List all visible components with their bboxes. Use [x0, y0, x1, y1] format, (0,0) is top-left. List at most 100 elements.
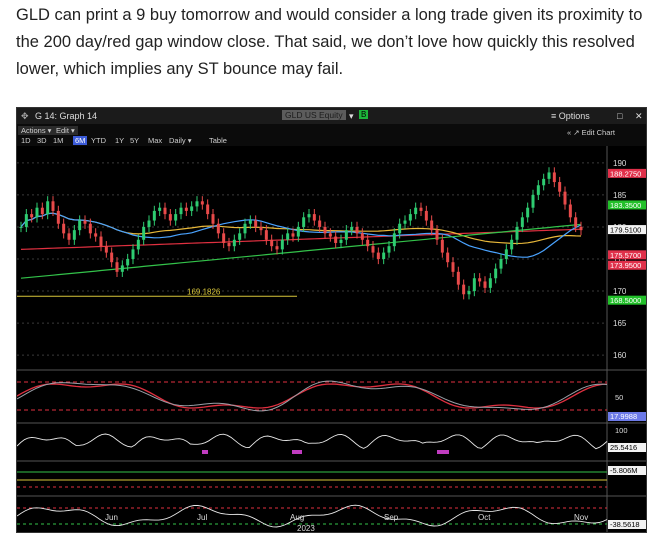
candle-body: [248, 220, 252, 224]
candle-body: [467, 291, 471, 295]
range-1m[interactable]: 1M: [53, 136, 63, 145]
range-1d[interactable]: 1D: [21, 136, 31, 145]
candle-body: [456, 271, 460, 285]
candle-body: [286, 233, 290, 240]
range-6m[interactable]: 6M: [73, 136, 88, 145]
osc1-signal-line: [17, 383, 608, 409]
price-tag-label: 183.3500: [610, 201, 641, 210]
candle-body: [280, 239, 284, 250]
candle-body: [403, 220, 407, 224]
candle-body: [46, 201, 50, 215]
candle-body: [515, 226, 519, 240]
price-tag-label: 168.5000: [610, 296, 641, 305]
price-tag-label: 188.2750: [610, 169, 641, 178]
price-tick: 170: [613, 287, 627, 296]
title-bar: ✥ G 14: Graph 14 GLD US Equity ▾ B ≡ Opt…: [17, 108, 646, 124]
minimize-icon[interactable]: □: [617, 111, 622, 121]
osc3-tag-label: -5.806M: [610, 466, 638, 475]
candle-body: [387, 246, 391, 253]
candle-body: [222, 233, 226, 243]
range-1y[interactable]: 1Y: [115, 136, 124, 145]
candle-body: [472, 278, 476, 292]
range-5y[interactable]: 5Y: [130, 136, 139, 145]
candle-body: [30, 214, 34, 218]
candle-body: [419, 207, 423, 211]
candle-body: [350, 226, 354, 231]
price-tick: 165: [613, 319, 627, 328]
osc2-tick: 100: [615, 426, 628, 435]
candle-body: [542, 178, 546, 186]
candle-body: [51, 201, 55, 211]
chart-window: ✥ G 14: Graph 14 GLD US Equity ▾ B ≡ Opt…: [16, 107, 647, 533]
candle-body: [56, 210, 60, 224]
candle-body: [547, 172, 551, 179]
candle-body: [526, 207, 530, 218]
price-tick: 160: [613, 351, 627, 360]
candle-body: [211, 214, 215, 224]
range-max[interactable]: Max: [148, 136, 162, 145]
x-axis-year: 2023: [297, 524, 315, 533]
osc2-highlight: [437, 450, 449, 454]
candle-body: [494, 268, 498, 279]
candle-body: [382, 252, 386, 259]
b-badge[interactable]: B: [359, 110, 369, 119]
osc1-tag-label: 17.9988: [610, 412, 637, 421]
candle-body: [67, 233, 71, 240]
range-ytd[interactable]: YTD: [91, 136, 106, 145]
osc2-highlight: [292, 450, 302, 454]
move-icon[interactable]: ✥: [21, 111, 29, 122]
frequency-select[interactable]: Daily ▾: [169, 136, 192, 145]
candle-body: [531, 194, 535, 208]
candle-body: [435, 230, 439, 240]
candle-body: [142, 226, 146, 240]
candle-body: [232, 239, 236, 247]
candle-body: [179, 207, 183, 215]
candle-body: [24, 214, 28, 227]
price-tag-label: 175.5700: [610, 251, 641, 260]
x-axis-label: Oct: [478, 513, 491, 522]
candle-body: [206, 204, 210, 215]
table-button[interactable]: Table: [209, 136, 227, 145]
candle-body: [328, 233, 332, 237]
candle-body: [424, 210, 428, 221]
candle-body: [446, 252, 450, 263]
close-icon[interactable]: ✕: [635, 111, 643, 122]
edit-chart-button[interactable]: « ↗ Edit Chart: [567, 128, 615, 137]
article-paragraph: GLD can print a 9 buy tomorrow and would…: [16, 6, 643, 78]
support-level-label: 169.1826: [187, 287, 221, 296]
candle-body: [376, 252, 380, 259]
ticker-dropdown-icon[interactable]: ▾: [349, 111, 354, 122]
candle-body: [115, 262, 119, 272]
candle-body: [302, 217, 306, 227]
chart-toolbar: Actions ▾ Edit ▾ 1D 3D 1M 6M YTD 1Y 5Y Max Daily…: [17, 124, 646, 146]
candle-body: [94, 233, 98, 237]
candle-body: [99, 236, 103, 247]
candle-body: [120, 265, 124, 272]
range-3d[interactable]: 3D: [37, 136, 47, 145]
candle-body: [158, 207, 162, 211]
candle-body: [440, 239, 444, 253]
price-tick: 190: [613, 159, 627, 168]
ticker-field[interactable]: GLD US Equity: [282, 110, 346, 120]
candle-body: [163, 207, 167, 215]
candle-body: [83, 220, 87, 224]
candle-body: [190, 206, 194, 211]
osc4-tag-label: -38.5618: [610, 520, 640, 529]
candle-body: [414, 207, 418, 215]
candle-body: [574, 217, 578, 227]
options-button[interactable]: ≡ Options: [551, 111, 590, 121]
candle-body: [259, 226, 263, 231]
edit-menu[interactable]: Edit ▾: [53, 126, 78, 135]
candle-body: [168, 214, 172, 221]
candle-body: [72, 230, 76, 240]
price-chart[interactable]: 190185180175170165160169.1826188.2750183…: [17, 146, 647, 533]
candle-body: [579, 226, 583, 231]
window-title: G 14: Graph 14: [35, 111, 98, 121]
candle-body: [504, 249, 508, 259]
candle-body: [520, 217, 524, 227]
actions-menu[interactable]: Actions ▾: [18, 126, 55, 135]
osc2-tag-label: 25.5416: [610, 443, 637, 452]
candle-body: [227, 242, 231, 247]
candle-body: [131, 249, 135, 259]
candle-body: [483, 281, 487, 288]
